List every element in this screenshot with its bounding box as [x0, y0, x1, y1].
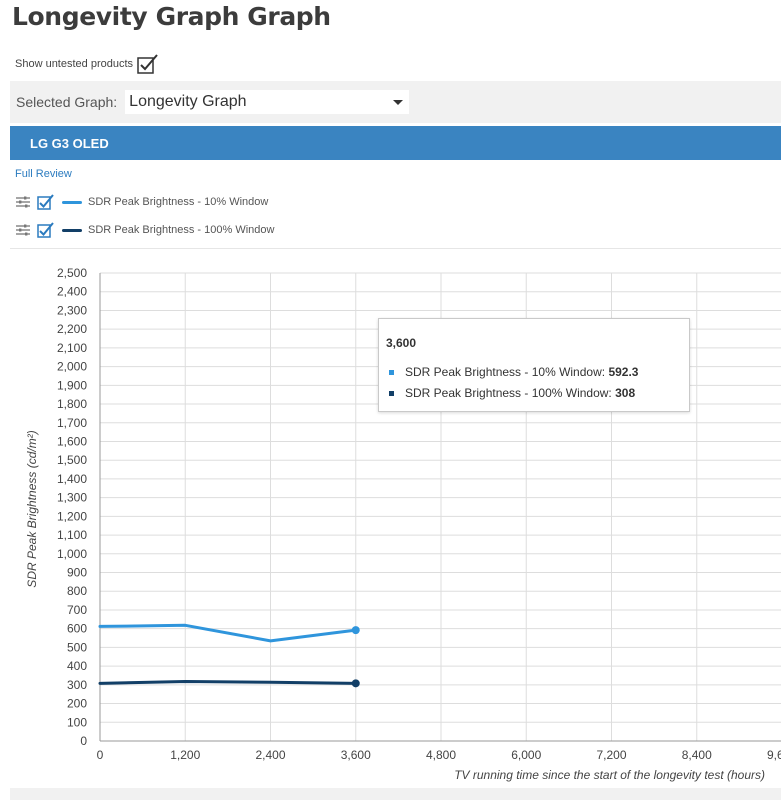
chart-footer-strip — [10, 788, 781, 800]
y-tick-label: 1,700 — [57, 416, 87, 430]
y-tick-label: 1,100 — [57, 528, 87, 542]
x-tick-label: 1,200 — [170, 748, 200, 762]
show-untested-label: Show untested products — [15, 58, 134, 70]
series-point — [351, 679, 360, 688]
y-tick-label: 0 — [80, 734, 87, 748]
tooltip-row-label: SDR Peak Brightness - 10% Window: — [405, 365, 606, 379]
y-tick-label: 1,300 — [57, 491, 87, 505]
checkbox-checked-icon[interactable] — [137, 54, 159, 74]
tooltip-row-label: SDR Peak Brightness - 100% Window: — [405, 386, 612, 400]
y-tick-label: 1,000 — [57, 547, 87, 561]
series-line-dark — [98, 679, 358, 685]
y-tick-label: 2,500 — [57, 266, 87, 280]
y-tick-label: 800 — [67, 584, 87, 598]
y-tick-label: 1,200 — [57, 509, 87, 523]
y-tick-label: 1,600 — [57, 434, 87, 448]
graph-select-value: Longevity Graph — [129, 93, 247, 110]
graph-selector-bar: Selected Graph: Longevity Graph — [10, 81, 781, 123]
series-name-dark: SDR Peak Brightness - 100% Window — [88, 224, 275, 236]
x-axis-label: TV running time since the start of the l… — [454, 768, 765, 782]
y-tick-label: 700 — [67, 603, 87, 617]
series-swatch-light — [62, 200, 82, 204]
y-tick-label: 1,900 — [57, 378, 87, 392]
y-tick-label: 2,300 — [57, 303, 87, 317]
checkbox-checked-icon[interactable] — [37, 194, 55, 210]
x-tick-label: 2,400 — [255, 748, 285, 762]
y-tick-label: 600 — [67, 622, 87, 636]
y-tick-label: 500 — [67, 640, 87, 654]
y-tick-label: 300 — [67, 678, 87, 692]
selected-graph-label: Selected Graph: — [16, 94, 118, 110]
series-toggle-light[interactable]: SDR Peak Brightness - 10% Window — [15, 194, 268, 210]
y-tick-label: 2,100 — [57, 341, 87, 355]
y-tick-label: 1,500 — [57, 453, 87, 467]
product-name: LG G3 OLED — [30, 135, 109, 151]
y-tick-label: 200 — [67, 697, 87, 711]
y-tick-label: 2,200 — [57, 322, 87, 336]
y-tick-label: 2,400 — [57, 285, 87, 299]
full-review-link[interactable]: Full Review — [15, 168, 72, 180]
y-tick-label: 400 — [67, 659, 87, 673]
section-divider — [10, 248, 781, 249]
product-header: LG G3 OLED — [10, 126, 781, 160]
series-swatch-dark — [62, 228, 82, 232]
x-tick-label: 4,800 — [426, 748, 456, 762]
tooltip-row-value: 592.3 — [608, 365, 639, 379]
sliders-icon[interactable] — [15, 224, 31, 236]
tooltip-bullet — [389, 390, 394, 396]
x-tick-label: 3,600 — [341, 748, 371, 762]
x-tick-label: 8,400 — [682, 748, 712, 762]
series-point — [351, 626, 360, 635]
y-axis-label: SDR Peak Brightness (cd/m²) — [25, 430, 39, 587]
chart-tooltip: 3,600 SDR Peak Brightness - 10% Window: … — [378, 318, 690, 412]
show-untested-toggle[interactable]: Show untested products — [15, 54, 159, 74]
graph-select-dropdown[interactable]: Longevity Graph — [125, 90, 410, 114]
dropdown-caret-icon — [393, 99, 404, 105]
tooltip-row-value: 308 — [615, 386, 636, 400]
series-toggle-dark[interactable]: SDR Peak Brightness - 100% Window — [15, 222, 274, 238]
checkbox-checked-icon[interactable] — [37, 222, 55, 238]
x-tick-label: 0 — [97, 748, 104, 762]
sliders-icon[interactable] — [15, 196, 31, 208]
y-tick-label: 900 — [67, 566, 87, 580]
x-tick-label: 9,600 — [767, 748, 781, 762]
tooltip-row: SDR Peak Brightness - 10% Window: 592.3 — [389, 365, 638, 379]
y-tick-label: 100 — [67, 715, 87, 729]
y-tick-label: 2,000 — [57, 360, 87, 374]
y-tick-label: 1,400 — [57, 472, 87, 486]
tooltip-row: SDR Peak Brightness - 100% Window: 308 — [389, 386, 635, 400]
x-tick-label: 7,200 — [596, 748, 626, 762]
series-name-light: SDR Peak Brightness - 10% Window — [88, 196, 269, 208]
x-tick-label: 6,000 — [511, 748, 541, 762]
series-line-light — [98, 623, 358, 643]
y-tick-label: 1,800 — [57, 397, 87, 411]
tooltip-bullet — [389, 369, 394, 375]
page-title: Longevity Graph Graph — [12, 2, 331, 31]
tooltip-x-value: 3,600 — [386, 336, 417, 350]
